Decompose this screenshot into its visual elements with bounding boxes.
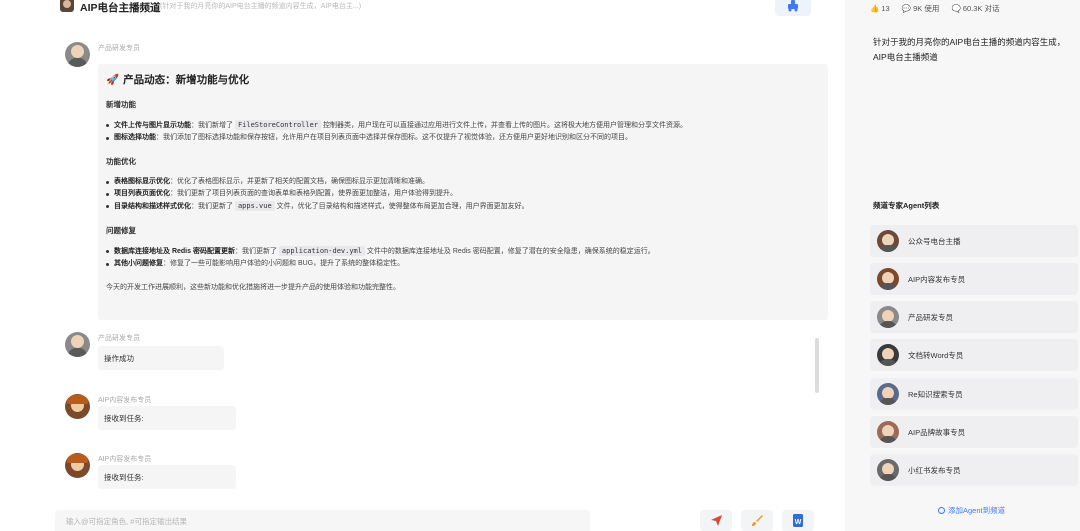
word-icon: W	[793, 514, 803, 527]
likes-count: 13	[881, 4, 890, 13]
brush-button[interactable]	[741, 510, 773, 531]
agent-item[interactable]: AIP内容发布专员	[870, 263, 1078, 295]
list-item: 其他小问题修复：修复了一些可能影响用户体验的小问题和 BUG，提升了系统的整体稳…	[106, 258, 820, 270]
channel-stats: 👍 13 💬 9K 使用 🗨️ 60.3K 对话	[870, 3, 1010, 14]
agent-item[interactable]: Re知识搜索专员	[870, 378, 1078, 410]
agent-item[interactable]: 公众号电台主播	[870, 225, 1078, 257]
section-list: 文件上传与图片显示功能：我们新增了 FileStoreController 控制…	[106, 119, 820, 144]
paper-plane-icon	[711, 515, 722, 526]
channel-header: AIP电台主播频道 (针对于我的月亮你的AIP电台主播的频道内容生成，AIP电台…	[0, 0, 845, 16]
agent-avatar	[877, 344, 899, 366]
export-word-button[interactable]: W	[782, 510, 814, 531]
channel-title: AIP电台主播频道	[80, 2, 161, 14]
channel-avatar	[60, 0, 74, 12]
chat-message: 产品研发专员 🚀 产品动态：新增功能与优化 新增功能 文件上传与图片显示功能：我们…	[55, 40, 830, 330]
brush-icon	[752, 515, 763, 526]
rocket-icon: 🚀	[106, 74, 120, 86]
agent-name: 产品研发专员	[908, 313, 953, 322]
section-heading: 新增功能	[106, 100, 136, 109]
message-input[interactable]: 输入@可指定角色, #可指定输出结果	[55, 510, 590, 531]
inline-code: FileStoreController	[234, 120, 322, 130]
agent-avatar	[877, 383, 899, 405]
agent-avatar	[877, 421, 899, 443]
section-heading: 功能优化	[106, 157, 136, 166]
chat-message: AIP内容发布专员 接收到任务:	[55, 392, 355, 442]
section-list: 数据库连接地址及 Redis 密码配置更新：我们更新了 application-…	[106, 245, 820, 270]
list-item: 文件上传与图片显示功能：我们新增了 FileStoreController 控制…	[106, 119, 820, 132]
agent-item[interactable]: AIP品牌故事专员	[870, 416, 1078, 448]
thumbs-up-icon: 👍	[870, 4, 880, 13]
agent-list-title: 频道专家Agent列表	[873, 201, 940, 210]
channel-description: (针对于我的月亮你的AIP电台主播的频道内容生成，AIP电台主...)	[160, 3, 362, 10]
broom-icon	[788, 0, 798, 12]
avatar	[65, 453, 90, 478]
agent-avatar	[877, 459, 899, 481]
agent-name: AIP品牌故事专员	[908, 428, 966, 437]
list-item: 目录结构和描述样式优化：我们更新了 apps.vue 文件，优化了目录结构和描述…	[106, 200, 820, 213]
agent-avatar	[877, 268, 899, 290]
agent-name: AIP内容发布专员	[908, 275, 966, 284]
inline-code: apps.vue	[234, 201, 275, 211]
message-closing: 今天的开发工作进展顺利，这些新功能和优化措施将进一步提升产品的使用体验和功能完整…	[106, 284, 400, 291]
agent-item[interactable]: 文档转Word专员	[870, 339, 1078, 371]
chat-scrollbar[interactable]	[815, 338, 819, 393]
list-item: 图标选择功能：我们添加了图标选择功能和保存按钮，允许用户在项目列表页面中选择并保…	[106, 132, 820, 144]
avatar	[65, 42, 90, 67]
message-sender: 产品研发专员	[98, 335, 140, 342]
avatar	[65, 394, 90, 419]
message-sender: AIP内容发布专员	[98, 456, 152, 463]
message-title: 🚀 产品动态：新增功能与优化	[106, 74, 250, 86]
add-agent-button[interactable]: 添加Agent到频道	[938, 505, 1005, 516]
usage-count: 9K 使用	[913, 4, 940, 13]
section-heading: 问题修复	[106, 226, 136, 235]
agent-item[interactable]: 产品研发专员	[870, 301, 1078, 333]
agent-name: 公众号电台主播	[908, 237, 961, 246]
channel-settings-button[interactable]	[775, 0, 811, 16]
message-bubble: 接收到任务:	[98, 406, 236, 430]
agent-name: 文档转Word专员	[908, 351, 964, 360]
agent-avatar	[877, 230, 899, 252]
agent-avatar	[877, 306, 899, 328]
list-item: 数据库连接地址及 Redis 密码配置更新：我们更新了 application-…	[106, 245, 820, 258]
section-list: 表格图标显示优化：优化了表格图标显示，并更新了相关的配置文档，确保图标显示更加清…	[106, 176, 820, 213]
conversation-count: 60.3K 对话	[962, 4, 1000, 13]
avatar	[65, 332, 90, 357]
agent-name: 小红书发布专员	[908, 466, 961, 475]
app-root: AIP电台主播频道 (针对于我的月亮你的AIP电台主播的频道内容生成，AIP电台…	[0, 0, 1080, 531]
agent-name: Re知识搜索专员	[908, 390, 963, 399]
input-placeholder: 输入@可指定角色, #可指定输出结果	[66, 517, 187, 526]
message-bubble: 🚀 产品动态：新增功能与优化 新增功能 文件上传与图片显示功能：我们新增了 Fil…	[98, 64, 828, 320]
message-sender: AIP内容发布专员	[98, 397, 152, 404]
channel-full-description: 针对于我的月亮你的AIP电台主播的频道内容生成，AIP电台主播频道	[873, 37, 1066, 62]
chat-area: 产品研发专员 🚀 产品动态：新增功能与优化 新增功能 文件上传与图片显示功能：我们…	[55, 30, 828, 501]
inline-code: application-dev.yml	[278, 246, 365, 256]
chat-message: 产品研发专员 操作成功	[55, 330, 355, 380]
svg-text:W: W	[795, 519, 802, 526]
add-circle-icon	[938, 507, 945, 514]
agent-item[interactable]: 小红书发布专员	[870, 454, 1078, 486]
right-panel: 👍 13 💬 9K 使用 🗨️ 60.3K 对话 针对于我的月亮你的AIP电台主播的频…	[845, 0, 1080, 531]
message-sender: 产品研发专员	[98, 45, 140, 52]
list-item: 表格图标显示优化：优化了表格图标显示，并更新了相关的配置文档，确保图标显示更加清…	[106, 176, 820, 188]
chat-message: AIP内容发布专员 接收到任务:	[55, 451, 355, 501]
message-bubble: 接收到任务:	[98, 465, 236, 489]
conversation-icon: 🗨️	[951, 4, 961, 13]
list-item: 项目列表页面优化：我们更新了项目列表页面的查询表单和表格列配置，使界面更加整洁，…	[106, 188, 820, 200]
send-button[interactable]	[700, 510, 732, 531]
chat-bubble-icon: 💬	[901, 4, 912, 13]
message-bubble: 操作成功	[98, 346, 224, 370]
